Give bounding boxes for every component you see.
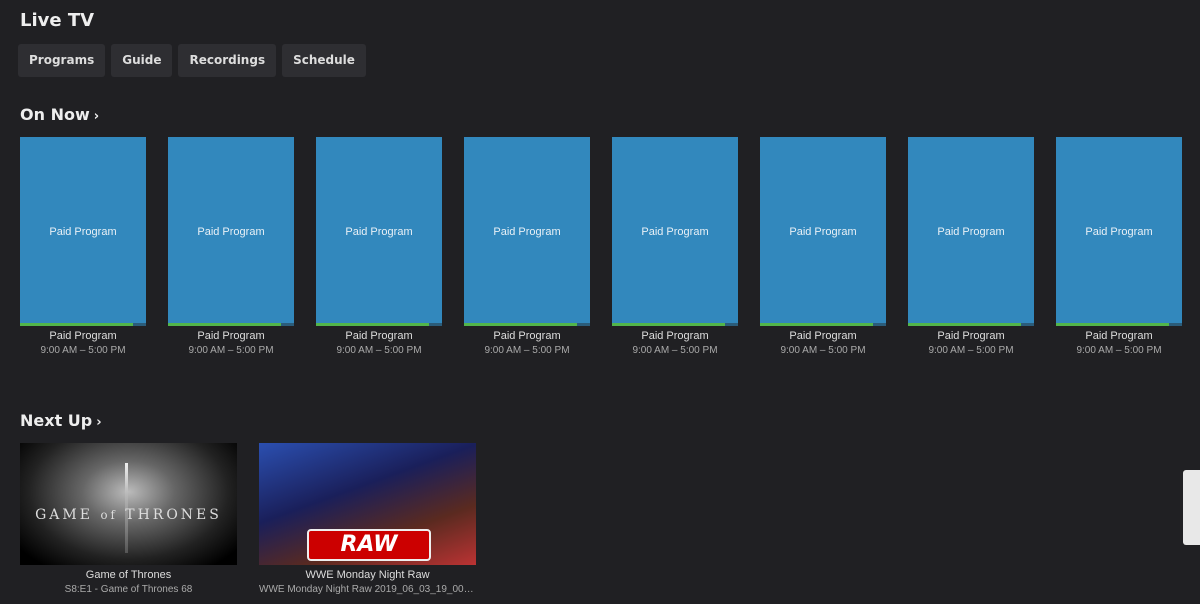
card-time: 9:00 AM – 5:00 PM [632,345,718,356]
poster-text: Paid Program [49,225,117,238]
program-poster[interactable]: Paid Program [20,137,146,326]
progress-bar [760,323,886,326]
game-of-thrones-thumbnail[interactable]: GAME of THRONES [20,443,237,565]
card-title: Paid Program [197,330,265,342]
card-time: 9:00 AM – 5:00 PM [928,345,1014,356]
poster-text: Paid Program [1085,225,1153,238]
tab-schedule[interactable]: Schedule [282,44,366,77]
card-time: 9:00 AM – 5:00 PM [1076,345,1162,356]
progress-fill [612,323,726,326]
on-now-card[interactable]: Paid Program Paid Program 9:00 AM – 5:00… [168,137,294,356]
program-poster[interactable]: Paid Program [464,137,590,326]
on-now-card[interactable]: Paid Program Paid Program 9:00 AM – 5:00… [20,137,146,356]
on-now-title: On Now [20,105,90,124]
progress-bar [1056,323,1182,326]
card-title: Paid Program [641,330,709,342]
progress-bar [168,323,294,326]
tab-programs[interactable]: Programs [18,44,106,77]
program-poster[interactable]: Paid Program [908,137,1034,326]
progress-bar [612,323,738,326]
next-up-card[interactable]: RAW WWE Monday Night Raw WWE Monday Nigh… [259,443,476,595]
card-title: Paid Program [49,330,117,342]
poster-text: Paid Program [789,225,857,238]
progress-bar [20,323,146,326]
progress-fill [464,323,578,326]
progress-fill [168,323,282,326]
card-title: Paid Program [345,330,413,342]
progress-bar [464,323,590,326]
show-logo: GAME of THRONES [35,507,222,523]
on-now-card[interactable]: Paid Program Paid Program 9:00 AM – 5:00… [760,137,886,356]
program-poster[interactable]: Paid Program [316,137,442,326]
progress-fill [20,323,134,326]
on-now-card[interactable]: Paid Program Paid Program 9:00 AM – 5:00… [464,137,590,356]
poster-text: Paid Program [493,225,561,238]
tab-recordings[interactable]: Recordings [178,44,277,77]
card-title: Game of Thrones [85,569,172,581]
show-logo: RAW [307,529,431,561]
card-title: WWE Monday Night Raw [305,569,430,581]
poster-text: Paid Program [197,225,265,238]
on-now-card[interactable]: Paid Program Paid Program 9:00 AM – 5:00… [316,137,442,356]
card-time: 9:00 AM – 5:00 PM [40,345,126,356]
card-title: Paid Program [493,330,561,342]
on-now-card[interactable]: Paid Program Paid Program 9:00 AM – 5:00… [908,137,1034,356]
program-poster[interactable]: Paid Program [760,137,886,326]
card-title: Paid Program [937,330,1005,342]
progress-bar [316,323,442,326]
program-poster[interactable]: Paid Program [1056,137,1182,326]
poster-text: Paid Program [937,225,1005,238]
progress-fill [760,323,874,326]
progress-fill [908,323,1022,326]
card-time: 9:00 AM – 5:00 PM [780,345,866,356]
progress-fill [316,323,430,326]
on-now-card[interactable]: Paid Program Paid Program 9:00 AM – 5:00… [612,137,738,356]
page-title: Live TV [20,10,95,31]
poster-text: Paid Program [345,225,413,238]
card-time: 9:00 AM – 5:00 PM [484,345,570,356]
card-subtitle: WWE Monday Night Raw 2019_06_03_19_00_00 [259,584,476,595]
on-now-heading[interactable]: On Now › [20,105,99,124]
poster-text: Paid Program [641,225,709,238]
next-up-title: Next Up [20,411,93,430]
card-time: 9:00 AM – 5:00 PM [336,345,422,356]
card-title: Paid Program [789,330,857,342]
next-up-heading[interactable]: Next Up › [20,411,102,430]
next-up-card[interactable]: GAME of THRONES Game of Thrones S8:E1 - … [20,443,237,595]
card-title: Paid Program [1085,330,1153,342]
progress-bar [908,323,1034,326]
progress-fill [1056,323,1170,326]
scrollbar-thumb[interactable] [1183,470,1200,545]
card-subtitle: S8:E1 - Game of Thrones 68 [64,584,193,595]
wwe-raw-thumbnail[interactable]: RAW [259,443,476,565]
program-poster[interactable]: Paid Program [612,137,738,326]
on-now-card[interactable]: Paid Program Paid Program 9:00 AM – 5:00… [1056,137,1182,356]
card-time: 9:00 AM – 5:00 PM [188,345,274,356]
chevron-right-icon: › [96,415,102,430]
tab-guide[interactable]: Guide [111,44,173,77]
tab-bar: Programs Guide Recordings Schedule [18,44,366,77]
program-poster[interactable]: Paid Program [168,137,294,326]
chevron-right-icon: › [93,109,100,124]
